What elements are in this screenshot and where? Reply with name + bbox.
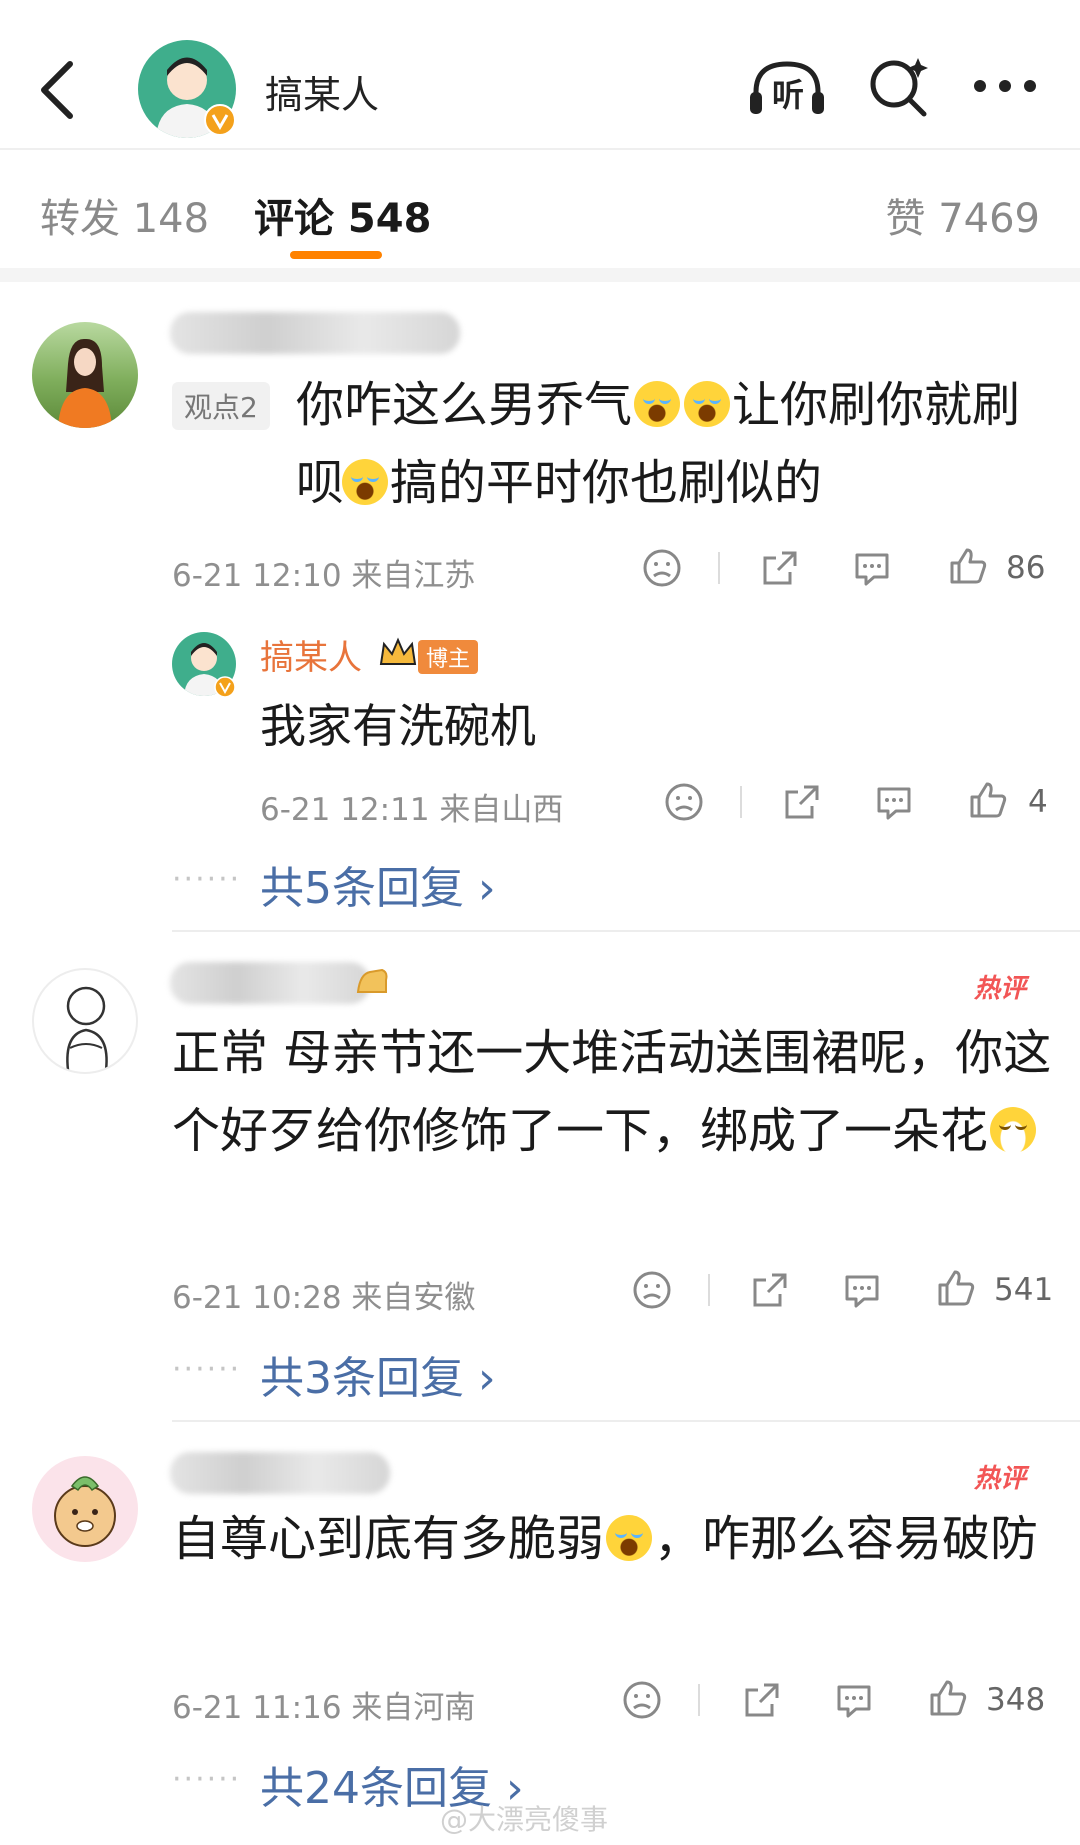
like-count: 348 xyxy=(986,1682,1046,1718)
crown-icon xyxy=(379,637,417,665)
commenter-avatar[interactable] xyxy=(32,968,138,1074)
comment-time-location: 6-21 11:16 来自河南 xyxy=(172,1690,476,1726)
search-icon[interactable] xyxy=(866,54,932,120)
comment-text-line2: 搞的平时你也刷似的 xyxy=(172,444,1052,522)
hot-comment-badge: 热评 xyxy=(974,1464,1027,1494)
header-divider xyxy=(0,148,1080,150)
commenter-name-blurred[interactable] xyxy=(170,312,460,354)
more-replies-link[interactable]: 共5条回复 › xyxy=(260,852,496,916)
like-icon[interactable] xyxy=(968,780,1008,820)
top-bar: 搞某人 听 xyxy=(0,0,1080,148)
crying-emoji-icon xyxy=(684,381,731,427)
comment-time-location: 6-21 10:28 来自安徽 xyxy=(172,1280,476,1316)
comment-text: 正常 母亲节还一大堆活动送围裙呢，你这个好歹给你修饰了一下，绑成了一朵花 xyxy=(172,1025,1052,1159)
comment-divider xyxy=(172,930,1080,932)
dislike-icon[interactable] xyxy=(622,1680,662,1720)
like-icon[interactable] xyxy=(948,546,988,586)
more-dots: ······ xyxy=(172,1352,242,1387)
share-icon[interactable] xyxy=(750,1270,790,1310)
crying-emoji-icon xyxy=(342,459,388,505)
grinning-emoji-icon xyxy=(990,1107,1037,1153)
dislike-icon[interactable] xyxy=(664,782,704,822)
like-count: 4 xyxy=(1028,784,1048,820)
like-count: 86 xyxy=(1006,550,1046,586)
comment-time-location: 6-21 12:10 来自江苏 xyxy=(172,558,476,594)
reply-author-name[interactable]: 搞某人 xyxy=(260,630,362,679)
viewpoint-tag[interactable]: 观点2 xyxy=(172,382,270,430)
comment-icon[interactable] xyxy=(874,782,914,822)
commenter-avatar[interactable] xyxy=(32,1456,138,1562)
reply-text: 我家有洗碗机 xyxy=(260,699,536,753)
tab-comments[interactable]: 评论 548 xyxy=(254,186,431,244)
comment-text: 自尊心到底有多脆弱 ，咋那么容易破防 xyxy=(172,1511,1039,1567)
hand-emoji-icon xyxy=(356,968,388,993)
verified-badge-icon xyxy=(214,676,236,698)
hot-comment-badge: 热评 xyxy=(974,974,1027,1004)
action-separator xyxy=(708,1274,710,1306)
back-icon[interactable] xyxy=(30,50,84,130)
tab-repost[interactable]: 转发 148 xyxy=(40,186,209,244)
share-icon[interactable] xyxy=(760,548,800,588)
crying-emoji-icon xyxy=(634,381,681,427)
verified-badge-icon xyxy=(204,104,236,136)
action-separator xyxy=(698,1684,700,1716)
comment-icon[interactable] xyxy=(842,1270,882,1310)
action-separator xyxy=(718,552,720,584)
watermark: @大漂亮傻事 xyxy=(440,1803,609,1836)
commenter-name-blurred[interactable] xyxy=(170,962,370,1004)
crying-emoji-icon xyxy=(606,1515,653,1561)
comment-icon[interactable] xyxy=(834,1680,874,1720)
more-dots: ······ xyxy=(172,1762,242,1797)
share-icon[interactable] xyxy=(742,1680,782,1720)
reply-time-location: 6-21 12:11 来自山西 xyxy=(260,792,564,828)
tabs-divider xyxy=(0,268,1080,282)
more-replies-link[interactable]: 共3条回复 › xyxy=(260,1342,496,1406)
tab-likes[interactable]: 赞 7469 xyxy=(885,186,1040,244)
like-count: 541 xyxy=(994,1272,1054,1308)
share-icon[interactable] xyxy=(782,782,822,822)
more-dots: ······ xyxy=(172,862,242,897)
blogger-badge: 博主 xyxy=(418,640,479,674)
active-tab-indicator xyxy=(290,251,382,259)
more-icon[interactable] xyxy=(970,74,1040,98)
comment-divider xyxy=(172,1420,1080,1422)
comment-icon[interactable] xyxy=(852,548,892,588)
commenter-name-blurred[interactable] xyxy=(170,1452,390,1494)
like-icon[interactable] xyxy=(928,1678,968,1718)
author-name[interactable]: 搞某人 xyxy=(265,64,379,119)
dislike-icon[interactable] xyxy=(632,1270,672,1310)
action-separator xyxy=(740,786,742,818)
listen-label: 听 xyxy=(772,76,805,114)
commenter-avatar[interactable] xyxy=(32,322,138,428)
dislike-icon[interactable] xyxy=(642,548,682,588)
like-icon[interactable] xyxy=(936,1268,976,1308)
